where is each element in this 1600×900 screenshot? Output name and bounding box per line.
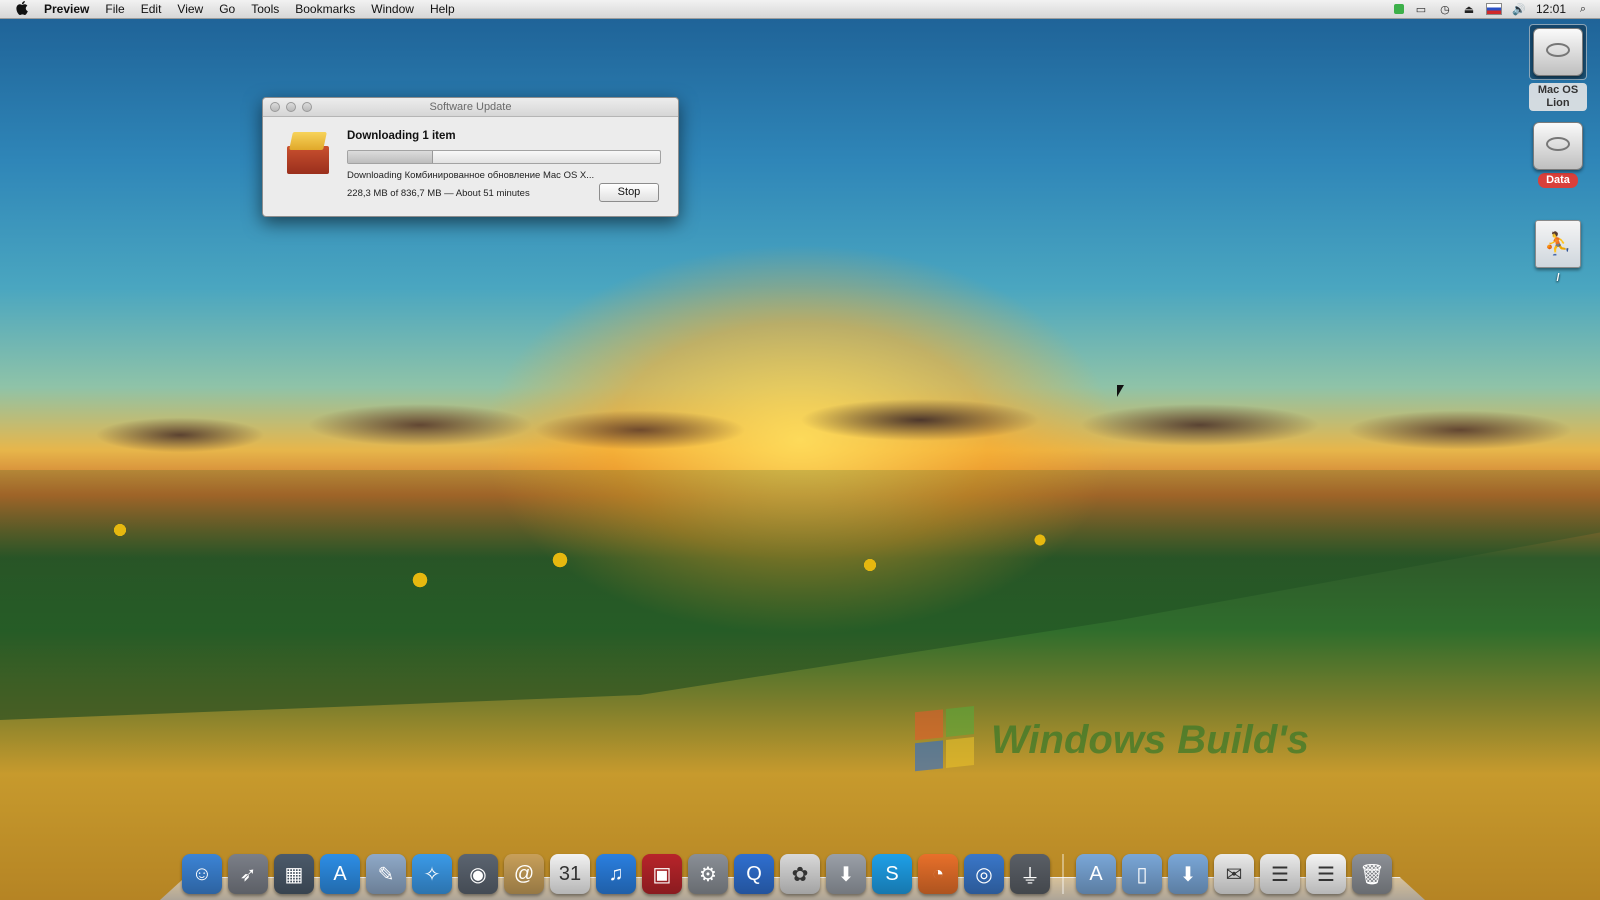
desktop-icon-network[interactable]: ⛹ / bbox=[1523, 220, 1593, 286]
mouse-cursor bbox=[1117, 385, 1124, 397]
window-titlebar[interactable]: Software Update bbox=[263, 98, 678, 117]
itunes-stack-icon[interactable]: ✉ bbox=[1214, 854, 1254, 894]
dock-separator bbox=[1062, 854, 1064, 894]
menu-bar: Preview File Edit View Go Tools Bookmark… bbox=[0, 0, 1600, 19]
firefox-icon[interactable]: ◔ bbox=[918, 854, 958, 894]
input-source-icon[interactable] bbox=[1485, 3, 1502, 15]
menu-app-name[interactable]: Preview bbox=[44, 2, 97, 16]
dock: ☺ ➶ ▦ A ✎ ✧ ◉ @31 ♫ ▣ ⚙ Q ✿ ⬇ S ◔ ◎ ⏚ A ▯ ⬇ ✉ ☰ ☰ 🗑 bbox=[160, 822, 1425, 900]
hard-drive-icon bbox=[1533, 122, 1583, 170]
applications-folder-icon[interactable]: A bbox=[1076, 854, 1116, 894]
desktop-icon-data[interactable]: Data bbox=[1523, 122, 1593, 188]
preview-icon[interactable]: ✎ bbox=[366, 854, 406, 894]
firefox-stack-icon[interactable]: ☰ bbox=[1260, 854, 1300, 894]
skype-stack-icon[interactable]: ☰ bbox=[1306, 854, 1346, 894]
usb-icon[interactable]: ⏚ bbox=[1010, 854, 1050, 894]
green-status-icon[interactable] bbox=[1393, 4, 1404, 14]
menu-file[interactable]: File bbox=[97, 2, 132, 16]
spotlight-search-icon[interactable]: ⌕ bbox=[1576, 3, 1590, 16]
dock-items: ☺ ➶ ▦ A ✎ ✧ ◉ @31 ♫ ▣ ⚙ Q ✿ ⬇ S ◔ ◎ ⏚ A ▯ ⬇ ✉ ☰ ☰ 🗑 bbox=[182, 854, 1392, 894]
safari-icon[interactable]: ✧ bbox=[412, 854, 452, 894]
progress-fill bbox=[348, 151, 434, 163]
watermark: Windows Build's bbox=[915, 706, 1375, 772]
watermark-text: Windows Build's bbox=[991, 717, 1310, 762]
menu-edit[interactable]: Edit bbox=[133, 2, 170, 16]
menu-go[interactable]: Go bbox=[211, 2, 243, 16]
desktop-icon-label: / bbox=[1556, 272, 1560, 284]
facetime-icon[interactable]: ◉ bbox=[458, 854, 498, 894]
download-size-text: 228,3 MB of 836,7 MB — About 51 minutes bbox=[347, 188, 530, 199]
software-update-window: Software Update Downloading 1 item Downl… bbox=[262, 97, 679, 217]
minimize-button[interactable] bbox=[286, 102, 296, 112]
desktop-icon-label: Data bbox=[1538, 173, 1578, 188]
apple-menu-icon[interactable] bbox=[0, 0, 44, 18]
desktop-icon-label: Mac OS Lion bbox=[1529, 83, 1587, 111]
wallpaper-clouds bbox=[0, 395, 1600, 470]
download-status-text: Downloading Комбинированное обновление M… bbox=[347, 170, 595, 181]
itunes-icon[interactable]: ♫ bbox=[596, 854, 636, 894]
download-progress-bar bbox=[347, 150, 661, 164]
volume-icon[interactable]: 🔊 bbox=[1512, 3, 1526, 16]
menu-window[interactable]: Window bbox=[363, 2, 422, 16]
wallpaper-sunflowers bbox=[0, 470, 1600, 720]
time-machine-icon[interactable]: ◷ bbox=[1438, 3, 1452, 16]
stop-button[interactable]: Stop bbox=[599, 183, 659, 202]
window-title: Software Update bbox=[429, 101, 512, 113]
downloads-folder-icon[interactable]: ⬇ bbox=[1168, 854, 1208, 894]
selection-highlight bbox=[1529, 24, 1587, 80]
menu-help[interactable]: Help bbox=[422, 2, 463, 16]
window-controls bbox=[270, 102, 312, 112]
finder-icon[interactable]: ☺ bbox=[182, 854, 222, 894]
eject-icon[interactable]: ⏏ bbox=[1462, 3, 1476, 16]
iphoto-icon[interactable]: ✿ bbox=[780, 854, 820, 894]
launchpad-icon[interactable]: ➶ bbox=[228, 854, 268, 894]
mission-control-icon[interactable]: ▦ bbox=[274, 854, 314, 894]
package-icon bbox=[283, 130, 333, 176]
trash-icon[interactable]: 🗑 bbox=[1352, 854, 1392, 894]
ical-icon[interactable]: 31 bbox=[550, 854, 590, 894]
skype-icon[interactable]: S bbox=[872, 854, 912, 894]
address-book-icon[interactable]: @ bbox=[504, 854, 544, 894]
menu-view[interactable]: View bbox=[169, 2, 211, 16]
app-store-icon[interactable]: A bbox=[320, 854, 360, 894]
menu-bookmarks[interactable]: Bookmarks bbox=[287, 2, 363, 16]
clock[interactable]: 12:01 bbox=[1536, 2, 1566, 16]
close-button[interactable] bbox=[270, 102, 280, 112]
network-utility-icon[interactable]: ◎ bbox=[964, 854, 1004, 894]
download-heading: Downloading 1 item bbox=[347, 130, 456, 142]
desktop-icon-mac-os-lion[interactable]: Mac OS Lion bbox=[1523, 24, 1593, 111]
hard-drive-icon bbox=[1533, 28, 1583, 76]
documents-folder-icon[interactable]: ▯ bbox=[1122, 854, 1162, 894]
network-share-icon: ⛹ bbox=[1535, 220, 1581, 268]
photo-booth-icon[interactable]: ▣ bbox=[642, 854, 682, 894]
installer-icon[interactable]: ⬇ bbox=[826, 854, 866, 894]
windows-logo-icon bbox=[915, 706, 977, 775]
menu-tools[interactable]: Tools bbox=[243, 2, 287, 16]
display-icon[interactable]: ▭ bbox=[1414, 3, 1428, 16]
status-area: ▭ ◷ ⏏ 🔊 12:01 ⌕ bbox=[1393, 2, 1600, 16]
system-preferences-icon[interactable]: ⚙ bbox=[688, 854, 728, 894]
quicktime-icon[interactable]: Q bbox=[734, 854, 774, 894]
zoom-button[interactable] bbox=[302, 102, 312, 112]
